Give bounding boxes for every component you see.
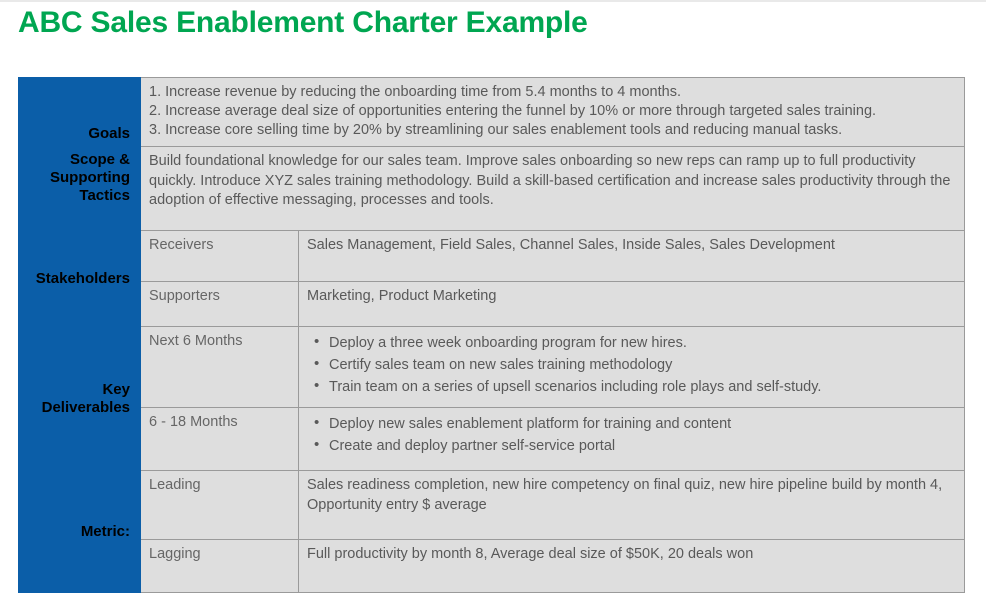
top-divider <box>0 0 986 2</box>
row-label-scope-line3: Tactics <box>79 186 130 204</box>
table-row-deliverables-next6: Key Deliverables Next 6 Months Deploy a … <box>18 326 965 472</box>
deliverables-subrow-label: Next 6 Months <box>140 326 299 409</box>
goal-item: 1. Increase revenue by reducing the onbo… <box>149 84 681 100</box>
deliverables-next6-list: Deploy a three week onboarding program f… <box>298 326 965 409</box>
row-label-stakeholders: Stakeholders <box>18 230 141 328</box>
list-item: Train team on a series of upsell scenari… <box>314 376 956 397</box>
list-item: Deploy a three week onboarding program f… <box>314 332 956 353</box>
metric-subrow-label: Lagging <box>140 539 299 593</box>
charter-page: ABC Sales Enablement Charter Example Goa… <box>0 0 986 593</box>
scope-cell: Build foundational knowledge for our sal… <box>140 146 965 232</box>
list-item: Create and deploy partner self-service p… <box>314 435 956 456</box>
table-row-metric-lagging: Lagging Full productivity by month 8, Av… <box>19 539 965 593</box>
metric-lagging-text: Full productivity by month 8, Average de… <box>298 539 965 593</box>
goals-cell: 1. Increase revenue by reducing the onbo… <box>140 76 965 148</box>
table-row-stakeholders-receivers: Stakeholders Receivers Sales Management,… <box>18 230 965 328</box>
metric-subrow-label: Leading <box>140 470 299 541</box>
row-label-scope-line1: Scope & <box>69 151 130 169</box>
goal-item: 3. Increase core selling time by 20% by … <box>149 122 843 139</box>
deliverables-subrow-label: 6 - 18 Months <box>140 407 299 472</box>
row-label-goals: Goals <box>18 76 141 148</box>
goal-item: 2. Increase average deal size of opportu… <box>149 103 877 120</box>
stakeholders-receivers-text: Sales Management, Field Sales, Channel S… <box>298 230 965 283</box>
stakeholders-subrow-label: Receivers <box>140 230 299 283</box>
stakeholders-subrow-label: Supporters <box>140 281 299 328</box>
page-title: ABC Sales Enablement Charter Example <box>18 6 588 39</box>
row-label-metric: Metric: <box>18 470 141 593</box>
row-label-scope: Scope & Supporting Tactics <box>18 146 141 232</box>
list-item: Deploy new sales enablement platform for… <box>314 413 956 434</box>
metric-leading-text: Sales readiness completion, new hire com… <box>298 470 965 541</box>
deliverables-6to18-list: Deploy new sales enablement platform for… <box>298 407 965 472</box>
row-label-deliverables-line2: Deliverables <box>41 398 130 416</box>
table-row-goals: Goals 1. Increase revenue by reducing th… <box>18 76 965 148</box>
scope-text: Build foundational knowledge for our sal… <box>149 153 951 209</box>
table-row-stakeholders-supporters: Supporters Marketing, Product Marketing <box>19 281 965 328</box>
list-item: Certify sales team on new sales training… <box>314 354 956 375</box>
charter-table: Goals 1. Increase revenue by reducing th… <box>18 76 965 593</box>
row-label-deliverables-line1: Key <box>102 381 130 399</box>
stakeholders-supporters-text: Marketing, Product Marketing <box>298 281 965 328</box>
table-row-metric-leading: Metric: Leading Sales readiness completi… <box>18 470 965 593</box>
row-label-scope-line2: Supporting <box>50 169 130 187</box>
table-row-deliverables-6to18: 6 - 18 Months Deploy new sales enablemen… <box>19 407 965 472</box>
table-row-scope: Scope & Supporting Tactics Build foundat… <box>18 146 965 232</box>
row-label-deliverables: Key Deliverables <box>18 326 141 472</box>
